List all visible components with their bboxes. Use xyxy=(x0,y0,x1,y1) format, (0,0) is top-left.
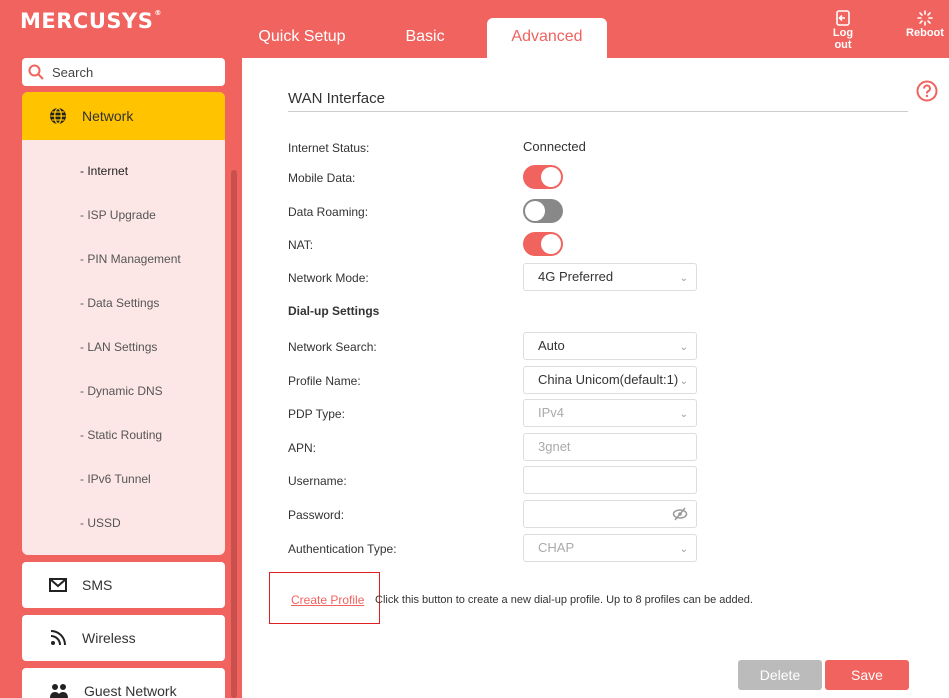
profile-name-row: Profile Name: China Unicom(default:1) ⌄ xyxy=(288,366,908,396)
auth-type-value: CHAP xyxy=(538,540,575,555)
pdp-type-label: PDP Type: xyxy=(288,407,345,421)
help-icon[interactable] xyxy=(916,80,938,102)
nat-label: NAT: xyxy=(288,238,314,252)
search-box[interactable] xyxy=(22,58,225,86)
pdp-type-value: IPv4 xyxy=(538,405,565,420)
sidebar-item-guest-network[interactable]: Guest Network xyxy=(22,668,225,698)
sidebar-item-ipv6-tunnel[interactable]: - IPv6 Tunnel xyxy=(22,457,225,501)
network-search-row: Network Search: Auto ⌄ xyxy=(288,332,908,362)
tab-basic[interactable]: Basic xyxy=(380,18,470,58)
search-input[interactable] xyxy=(52,64,202,80)
apn-value: 3gnet xyxy=(538,439,571,454)
reboot-icon xyxy=(917,10,933,26)
data-roaming-row: Data Roaming: xyxy=(288,197,908,227)
username-field[interactable] xyxy=(523,466,697,494)
pdp-type-row: PDP Type: IPv4 ⌄ xyxy=(288,399,908,429)
auth-type-label: Authentication Type: xyxy=(288,542,397,556)
apn-label: APN: xyxy=(288,441,317,455)
chevron-down-icon: ⌄ xyxy=(679,376,688,387)
nat-toggle[interactable] xyxy=(523,232,563,256)
data-roaming-toggle[interactable] xyxy=(523,199,563,223)
network-search-value: Auto xyxy=(538,338,565,353)
chevron-down-icon: ⌄ xyxy=(679,409,688,420)
dialup-heading-row: Dial-up Settings xyxy=(288,296,908,326)
chevron-down-icon: ⌄ xyxy=(679,544,688,555)
envelope-icon xyxy=(49,578,67,592)
nat-row: NAT: xyxy=(288,230,908,260)
mercusys-logo: MERCUSYS® xyxy=(20,9,162,33)
logout-button[interactable]: Log out xyxy=(823,10,863,51)
sidebar-sms-label: SMS xyxy=(82,577,113,593)
dialup-heading: Dial-up Settings xyxy=(288,304,380,318)
password-field[interactable] xyxy=(523,500,697,528)
mobile-data-row: Mobile Data: xyxy=(288,163,908,193)
sidebar-item-ussd[interactable]: - USSD xyxy=(22,501,225,545)
sidebar-item-data-settings[interactable]: - Data Settings xyxy=(22,281,225,325)
internet-status-value: Connected xyxy=(523,139,586,154)
sidebar-item-sms[interactable]: SMS xyxy=(22,562,225,608)
sidebar-item-isp-upgrade[interactable]: - ISP Upgrade xyxy=(22,193,225,237)
search-icon xyxy=(28,64,44,80)
logout-label: Log out xyxy=(832,27,854,51)
create-profile-highlight: Create Profile xyxy=(269,572,380,624)
sidebar-network-label: Network xyxy=(82,108,134,124)
internet-status-label: Internet Status: xyxy=(288,141,370,155)
profile-name-label: Profile Name: xyxy=(288,374,361,388)
pdp-type-select[interactable]: IPv4 ⌄ xyxy=(523,399,697,427)
internet-status-row: Internet Status: Connected xyxy=(288,133,908,163)
password-label: Password: xyxy=(288,508,345,522)
sidebar-wireless-label: Wireless xyxy=(82,630,136,646)
logo-mark: ® xyxy=(154,9,162,17)
apn-row: APN: 3gnet xyxy=(288,433,908,463)
network-menu: Network - Internet - ISP Upgrade - PIN M… xyxy=(22,92,225,555)
network-search-select[interactable]: Auto ⌄ xyxy=(523,332,697,360)
logout-icon xyxy=(836,10,850,26)
globe-icon xyxy=(50,107,66,125)
profile-name-select[interactable]: China Unicom(default:1) ⌄ xyxy=(523,366,697,394)
mobile-data-label: Mobile Data: xyxy=(288,171,356,185)
network-mode-value: 4G Preferred xyxy=(538,269,614,284)
reboot-button[interactable]: Reboot xyxy=(904,10,946,39)
sidebar-item-dynamic-dns[interactable]: - Dynamic DNS xyxy=(22,369,225,413)
tab-quick-setup[interactable]: Quick Setup xyxy=(246,18,358,58)
delete-button[interactable]: Delete xyxy=(738,660,822,690)
auth-type-select[interactable]: CHAP ⌄ xyxy=(523,534,697,562)
sidebar-item-wireless[interactable]: Wireless xyxy=(22,615,225,661)
sidebar-item-lan-settings[interactable]: - LAN Settings xyxy=(22,325,225,369)
sidebar-scrollbar[interactable] xyxy=(231,170,237,698)
tab-advanced[interactable]: Advanced xyxy=(487,18,607,58)
page-title: WAN Interface xyxy=(288,90,908,112)
sidebar-item-internet[interactable]: - Internet xyxy=(22,149,225,193)
eye-off-icon[interactable] xyxy=(672,507,688,521)
chevron-down-icon: ⌄ xyxy=(679,342,688,353)
network-mode-select[interactable]: 4G Preferred ⌄ xyxy=(523,263,697,291)
data-roaming-label: Data Roaming: xyxy=(288,205,369,219)
chevron-down-icon: ⌄ xyxy=(679,273,688,284)
header-bar: MERCUSYS® Quick Setup Basic Advanced Log… xyxy=(0,0,949,58)
sidebar-item-network[interactable]: Network xyxy=(22,92,225,140)
network-search-label: Network Search: xyxy=(288,340,377,354)
create-profile-link[interactable]: Create Profile xyxy=(291,593,364,607)
username-row: Username: xyxy=(288,466,908,496)
apn-field[interactable]: 3gnet xyxy=(523,433,697,461)
logo-text: MERCUSYS xyxy=(20,9,154,33)
sidebar-guest-label: Guest Network xyxy=(84,683,177,698)
auth-type-row: Authentication Type: CHAP ⌄ xyxy=(288,534,908,564)
sidebar-item-pin-management[interactable]: - PIN Management xyxy=(22,237,225,281)
reboot-label: Reboot xyxy=(906,27,944,39)
username-label: Username: xyxy=(288,474,347,488)
create-profile-hint: Click this button to create a new dial-u… xyxy=(375,594,753,606)
sidebar-item-static-routing[interactable]: - Static Routing xyxy=(22,413,225,457)
users-icon xyxy=(50,684,68,698)
network-mode-row: Network Mode: 4G Preferred ⌄ xyxy=(288,263,908,293)
profile-name-value: China Unicom(default:1) xyxy=(538,372,679,387)
save-button[interactable]: Save xyxy=(825,660,909,690)
password-row: Password: xyxy=(288,500,908,530)
mobile-data-toggle[interactable] xyxy=(523,165,563,189)
network-mode-label: Network Mode: xyxy=(288,271,369,285)
wifi-icon xyxy=(50,630,66,646)
main-panel: WAN Interface Internet Status: Connected… xyxy=(242,58,949,698)
